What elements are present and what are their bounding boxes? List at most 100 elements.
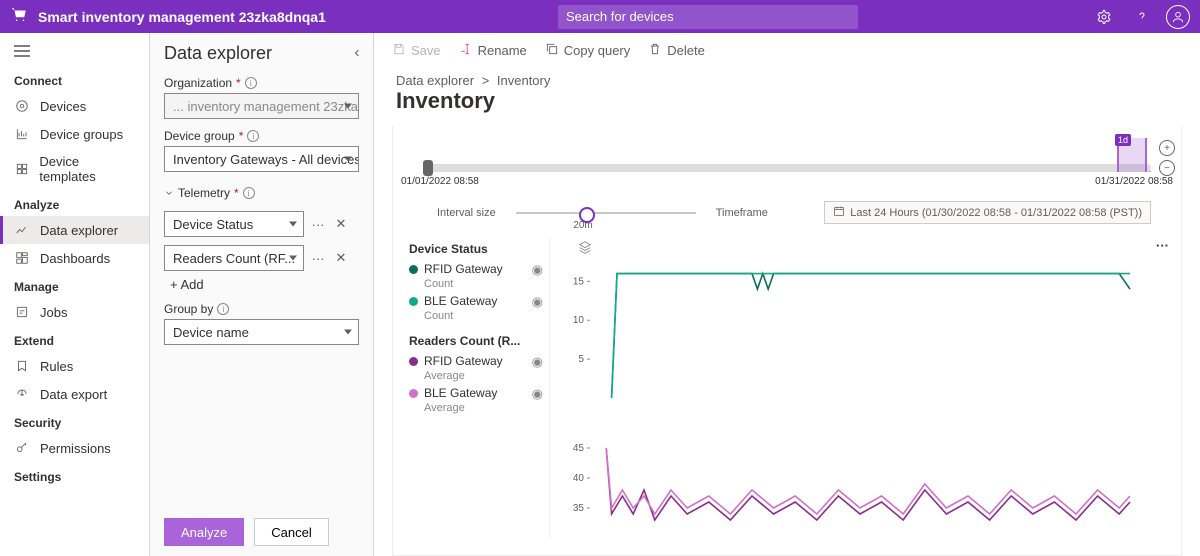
chart-canvas: 01/01/2022 08:58 01/31/2022 08:58 1d + −…	[392, 126, 1182, 556]
timeline-start-label: 01/01/2022 08:58	[401, 176, 479, 187]
brush-handle-left[interactable]	[423, 160, 433, 176]
nav-item-data-export[interactable]: Data export	[0, 380, 149, 408]
nav-item-data-explorer[interactable]: Data explorer	[0, 216, 149, 244]
info-icon[interactable]: i	[217, 303, 229, 315]
eye-icon[interactable]: ◉	[532, 354, 549, 370]
panel-title: Data explorer	[164, 43, 359, 64]
devices-icon	[14, 98, 30, 114]
zoom-in-icon[interactable]: +	[1159, 140, 1175, 156]
svg-text:40: 40	[573, 473, 585, 484]
permissions-icon	[14, 440, 30, 456]
analyze-button[interactable]: Analyze	[164, 518, 244, 546]
interval-slider[interactable]: 20m	[516, 212, 696, 214]
toolbar-delete-button[interactable]: Delete	[648, 42, 705, 59]
org-select[interactable]: ... inventory management 23zka8dnqa1	[164, 93, 359, 119]
chart-more-icon[interactable]: ···	[1156, 238, 1169, 253]
eye-icon[interactable]: ◉	[532, 262, 549, 278]
legend-item[interactable]: BLE GatewayAverage ◉	[409, 384, 549, 416]
eye-icon[interactable]: ◉	[532, 294, 549, 310]
svg-text:15: 15	[573, 276, 585, 287]
search-input[interactable]: Search for devices	[558, 5, 858, 29]
app-logo-icon	[10, 6, 28, 27]
dashboards-icon	[14, 250, 30, 266]
nav-heading-connect: Connect	[0, 66, 149, 92]
copy-icon	[545, 42, 559, 59]
query-panel: Data explorer Organization*i ... invento…	[150, 33, 374, 556]
svg-text:10: 10	[573, 315, 585, 326]
info-icon[interactable]: i	[243, 187, 255, 199]
toolbar-save-button[interactable]: Save	[392, 42, 441, 59]
nav-item-dashboards[interactable]: Dashboards	[0, 244, 149, 272]
rename-icon	[459, 42, 473, 59]
timeframe-label: Timeframe	[716, 207, 768, 219]
user-avatar-icon[interactable]	[1166, 5, 1190, 29]
left-nav: Connect Devices Device groups Device tem…	[0, 33, 150, 556]
legend-title-2: Readers Count (R...	[409, 334, 549, 348]
eye-icon[interactable]: ◉	[532, 386, 549, 402]
nav-item-devices[interactable]: Devices	[0, 92, 149, 120]
calendar-icon	[833, 205, 845, 220]
jobs-icon	[14, 304, 30, 320]
nav-heading-settings: Settings	[0, 462, 149, 488]
timeframe-picker[interactable]: Last 24 Hours (01/30/2022 08:58 - 01/31/…	[824, 201, 1151, 224]
device-group-label: Device group*i	[164, 129, 359, 143]
hamburger-icon[interactable]	[0, 41, 149, 66]
legend-item[interactable]: RFID GatewayAverage ◉	[409, 352, 549, 384]
info-icon[interactable]: i	[247, 130, 259, 142]
save-icon	[392, 42, 406, 59]
telemetry-label: Telemetry*i	[164, 186, 359, 200]
telemetry-select-1[interactable]: Readers Count (RF...	[164, 245, 304, 271]
zoom-out-icon[interactable]: −	[1159, 160, 1175, 176]
chart-area: ··· 51015354045	[549, 238, 1173, 538]
svg-text:45: 45	[573, 443, 585, 454]
brush-flag: 1d	[1115, 134, 1131, 146]
add-telemetry-button[interactable]: + Add	[164, 271, 359, 292]
layers-icon[interactable]	[578, 240, 592, 257]
info-icon[interactable]: i	[245, 77, 257, 89]
rules-icon	[14, 358, 30, 374]
groupby-select[interactable]: Device name	[164, 319, 359, 345]
breadcrumb: Data explorer > Inventory	[374, 67, 1200, 88]
app-title: Smart inventory management 23zka8dnqa1	[38, 9, 326, 25]
page-title: Inventory	[374, 88, 1200, 120]
toolbar-copy-button[interactable]: Copy query	[545, 42, 630, 59]
telemetry-remove-1[interactable]: ✕	[332, 250, 350, 266]
nav-item-jobs[interactable]: Jobs	[0, 298, 149, 326]
legend-dot	[409, 357, 418, 366]
settings-gear-icon[interactable]	[1090, 3, 1118, 31]
legend-dot	[409, 297, 418, 306]
nav-item-device-templates[interactable]: Device templates	[0, 148, 149, 190]
telemetry-select-0[interactable]: Device Status	[164, 211, 304, 237]
legend-item[interactable]: BLE GatewayCount ◉	[409, 292, 549, 324]
cancel-button[interactable]: Cancel	[254, 518, 328, 546]
interval-label: Interval size	[437, 207, 496, 219]
telemetry-remove-0[interactable]: ✕	[332, 216, 350, 232]
legend-title-1: Device Status	[409, 242, 549, 256]
nav-heading-manage: Manage	[0, 272, 149, 298]
legend-dot	[409, 265, 418, 274]
toolbar-rename-button[interactable]: Rename	[459, 42, 527, 59]
collapse-panel-icon[interactable]	[351, 47, 363, 62]
chevron-down-icon[interactable]	[164, 188, 174, 198]
nav-item-permissions[interactable]: Permissions	[0, 434, 149, 462]
legend: Device Status RFID GatewayCount ◉ BLE Ga…	[409, 238, 549, 538]
legend-item[interactable]: RFID GatewayCount ◉	[409, 260, 549, 292]
nav-item-rules[interactable]: Rules	[0, 352, 149, 380]
telemetry-more-1[interactable]: ···	[308, 251, 328, 266]
help-icon[interactable]	[1128, 3, 1156, 31]
line-chart: 51015354045	[560, 238, 1140, 538]
telemetry-more-0[interactable]: ···	[308, 217, 328, 232]
breadcrumb-root[interactable]: Data explorer	[396, 73, 474, 88]
timeline-end-label: 01/31/2022 08:58	[1095, 176, 1173, 187]
legend-dot	[409, 389, 418, 398]
device-templates-icon	[14, 161, 29, 177]
nav-heading-analyze: Analyze	[0, 190, 149, 216]
breadcrumb-leaf: Inventory	[497, 73, 550, 88]
top-bar: Smart inventory management 23zka8dnqa1 S…	[0, 0, 1200, 33]
device-group-select[interactable]: Inventory Gateways - All devices	[164, 146, 359, 172]
interval-value: 20m	[573, 220, 592, 231]
groupby-label: Group byi	[164, 302, 359, 316]
svg-text:5: 5	[578, 354, 584, 365]
nav-item-device-groups[interactable]: Device groups	[0, 120, 149, 148]
timeline-brush[interactable]: 01/01/2022 08:58 01/31/2022 08:58 1d + −	[393, 126, 1181, 201]
